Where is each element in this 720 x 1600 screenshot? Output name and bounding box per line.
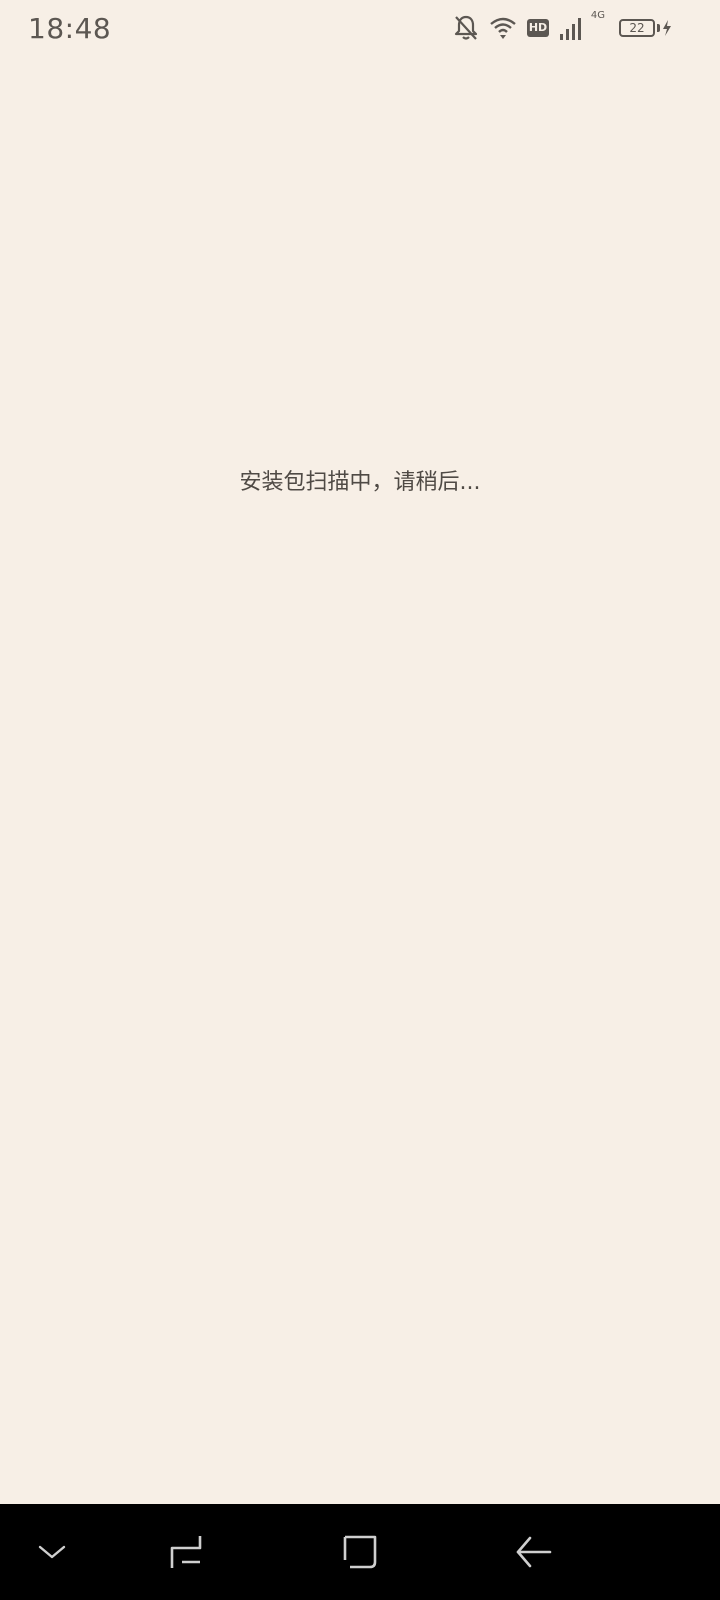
recents-button[interactable] — [146, 1504, 226, 1600]
charging-icon — [662, 19, 672, 37]
hd-badge: HD — [527, 19, 549, 37]
back-arrow-icon — [516, 1536, 552, 1568]
bell-off-icon — [453, 14, 479, 42]
status-time: 18:48 — [28, 12, 112, 45]
screen: 18:48 HD 4G 22 安装包扫描中，请稍后... — [0, 0, 720, 1600]
scan-status-message: 安装包扫描中，请稍后... — [239, 470, 481, 495]
signal-icon: 4G — [559, 10, 605, 42]
battery-level: 22 — [619, 19, 655, 37]
battery-icon: 22 — [619, 19, 672, 37]
hide-nav-button[interactable] — [12, 1504, 92, 1600]
status-icons: HD 4G 22 — [453, 10, 672, 44]
home-square-icon — [342, 1534, 378, 1570]
network-type-label: 4G — [590, 10, 605, 21]
home-button[interactable] — [320, 1504, 400, 1600]
wifi-icon — [489, 16, 517, 40]
status-bar: 18:48 HD 4G 22 — [0, 0, 720, 56]
chevron-down-icon — [37, 1542, 67, 1562]
recents-icon — [168, 1534, 204, 1570]
back-button[interactable] — [494, 1504, 574, 1600]
battery-tip — [657, 24, 660, 32]
navigation-bar — [0, 1504, 720, 1600]
